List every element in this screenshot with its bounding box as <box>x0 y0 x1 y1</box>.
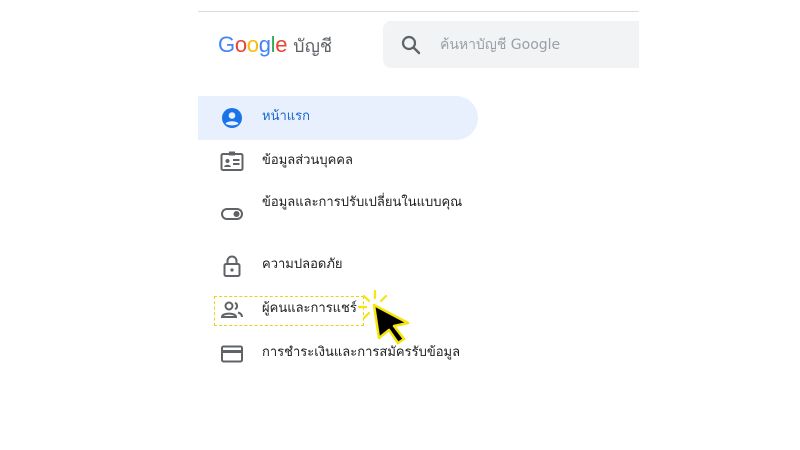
sidebar-item-data-personalization[interactable]: ข้อมูลและการปรับเปลี่ยนในแบบคุณ <box>198 188 478 240</box>
highlight-box <box>214 296 364 326</box>
logo-letter: o <box>234 32 247 57</box>
top-divider <box>198 11 639 12</box>
logo-letter: e <box>275 32 288 57</box>
credit-card-icon <box>221 345 243 363</box>
logo-letter: g <box>258 32 271 57</box>
sidebar-item-personal-info[interactable]: ข้อมูลส่วนบุคคล <box>198 140 478 184</box>
search-input[interactable] <box>440 33 630 57</box>
product-name: บัญชี <box>293 36 333 57</box>
toggle-icon <box>221 208 243 220</box>
google-account-logo[interactable]: Google บัญชี <box>218 31 332 59</box>
google-logo-text: Google <box>218 32 287 58</box>
account-circle-icon <box>222 108 242 128</box>
sidebar-item-label: หน้าแรก <box>262 109 310 124</box>
sidebar-item-home[interactable]: หน้าแรก <box>198 96 478 140</box>
search-icon[interactable] <box>399 33 423 57</box>
sidebar-item-label: ความปลอดภัย <box>262 257 343 272</box>
sidebar-item-payments-subscriptions[interactable]: การชำระเงินและการสมัครรับข้อมูล <box>198 332 478 376</box>
logo-letter: o <box>246 32 259 57</box>
sidebar-item-security[interactable]: ความปลอดภัย <box>198 244 478 288</box>
pointer-cursor-icon <box>358 290 410 345</box>
lock-icon <box>223 255 241 277</box>
sidebar-item-label: ข้อมูลและการปรับเปลี่ยนในแบบคุณ <box>262 195 463 210</box>
sidebar-item-label: การชำระเงินและการสมัครรับข้อมูล <box>262 345 461 360</box>
badge-icon <box>220 151 244 171</box>
logo-letter: G <box>218 32 235 57</box>
search-bar[interactable] <box>383 21 639 68</box>
sidebar-item-label: ข้อมูลส่วนบุคคล <box>262 153 353 168</box>
